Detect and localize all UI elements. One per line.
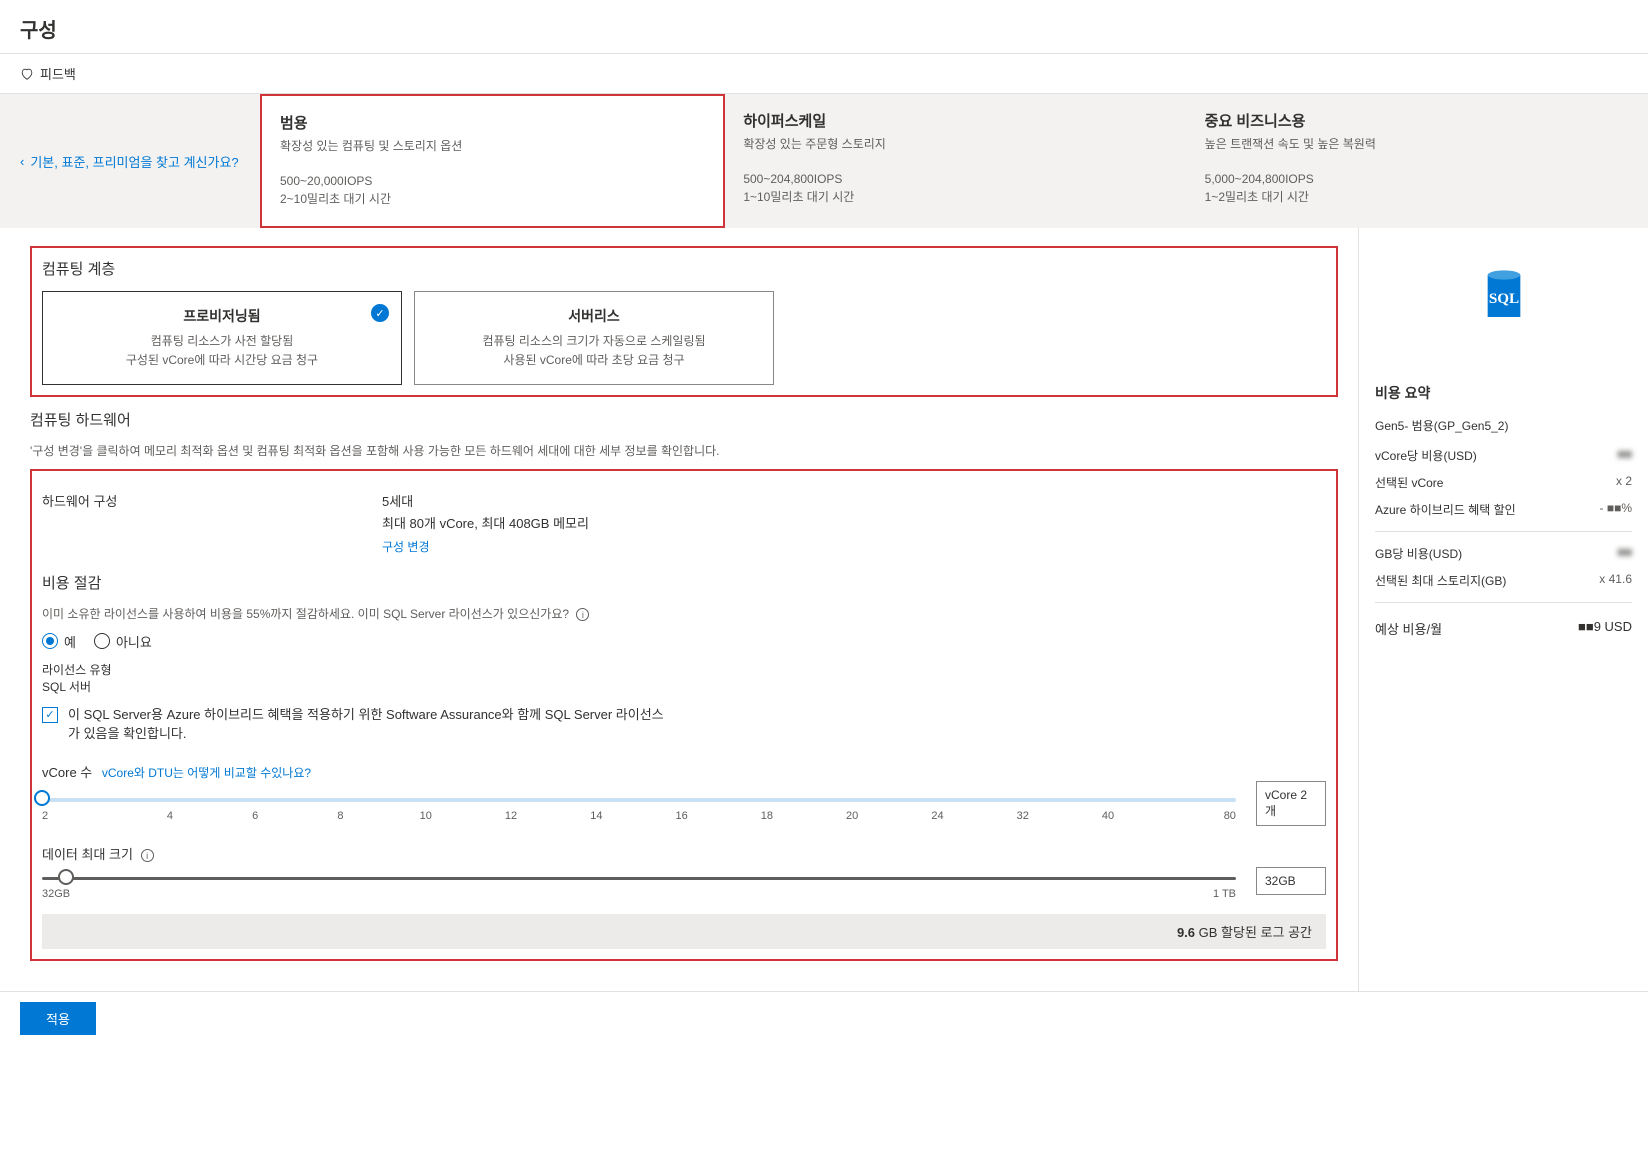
hw-config-label: 하드웨어 구성 (42, 491, 322, 557)
est-cost-label: 예상 비용/월 (1375, 619, 1442, 638)
data-size-value[interactable]: 32GB (1256, 867, 1326, 895)
footer-bar: 적용 (0, 991, 1648, 1045)
tier-tab-business-critical[interactable]: 중요 비즈니스용 높은 트랜잭션 속도 및 높은 복원력 5,000~204,8… (1187, 94, 1648, 228)
compute-tier-section: 컴퓨팅 계층 ✓ 프로비저닝됨 컴퓨팅 리소스가 사전 할당됨 구성된 vCor… (30, 246, 1338, 397)
tier-tab-general-purpose[interactable]: 범용 확장성 있는 컴퓨팅 및 스토리지 옵션 500~20,000IOPS 2… (260, 94, 725, 228)
license-type-value: SQL 서버 (42, 678, 1326, 695)
cost-summary-panel: SQL 비용 요약 Gen5- 범용(GP_Gen5_2) vCore당 비용(… (1358, 228, 1648, 991)
compute-tier-heading: 컴퓨팅 계층 (42, 258, 1326, 279)
heart-icon (20, 67, 34, 81)
compute-card-serverless[interactable]: 서버리스 컴퓨팅 리소스의 크기가 자동으로 스케일링됨 사용된 vCore에 … (414, 291, 774, 385)
est-cost-value: ■■9 USD (1578, 619, 1632, 638)
chevron-left-icon: ‹ (20, 154, 24, 169)
page-title: 구성 (0, 0, 1648, 54)
cost-summary-heading: 비용 요약 (1375, 383, 1632, 403)
license-type-label: 라이선스 유형 (42, 661, 1326, 678)
vcores-slider[interactable] (42, 798, 1236, 802)
tier-tab-hyperscale[interactable]: 하이퍼스케일 확장성 있는 주문형 스토리지 500~204,800IOPS 1… (725, 94, 1186, 228)
compute-hw-desc: '구성 변경'을 클릭하여 메모리 최적화 옵션 및 컴퓨팅 최적화 옵션을 포… (30, 442, 1338, 459)
radio-yes[interactable]: 예 (42, 632, 76, 651)
radio-no[interactable]: 아니요 (94, 632, 152, 651)
apply-button[interactable]: 적용 (20, 1002, 96, 1035)
service-tier-section: ‹ 기본, 표준, 프리미엄을 찾고 계신가요? 범용 확장성 있는 컴퓨팅 및… (0, 94, 1648, 228)
radio-icon (94, 633, 110, 649)
legacy-tier-link[interactable]: ‹ 기본, 표준, 프리미엄을 찾고 계신가요? (0, 94, 260, 228)
feedback-label: 피드백 (40, 64, 76, 83)
vcores-help-link[interactable]: vCore와 DTU는 어떻게 비교할 수있나요? (102, 766, 311, 780)
sql-logo-icon: SQL (1476, 268, 1532, 324)
config-details-section: 하드웨어 구성 5세대 최대 80개 vCore, 최대 408GB 메모리 구… (30, 469, 1338, 960)
hw-spec: 최대 80개 vCore, 최대 408GB 메모리 (382, 513, 589, 535)
compute-hw-heading: 컴퓨팅 하드웨어 (30, 409, 1338, 430)
compute-card-provisioned[interactable]: ✓ 프로비저닝됨 컴퓨팅 리소스가 사전 할당됨 구성된 vCore에 따라 시… (42, 291, 402, 385)
log-space-info: 9.6 GB 할당된 로그 공간 (42, 914, 1326, 949)
check-icon: ✓ (371, 304, 389, 322)
change-config-link[interactable]: 구성 변경 (382, 540, 430, 554)
feedback-link[interactable]: 피드백 (0, 54, 1648, 94)
radio-icon (42, 633, 58, 649)
hybrid-benefit-checkbox[interactable]: ✓ 이 SQL Server용 Azure 하이브리드 혜택을 적용하기 위한 … (42, 705, 1326, 744)
cost-savings-heading: 비용 절감 (42, 572, 1326, 593)
hw-generation: 5세대 (382, 491, 589, 513)
data-size-slider[interactable] (42, 877, 1236, 880)
vcores-label: vCore 수 (42, 765, 92, 780)
info-icon[interactable]: i (141, 849, 154, 862)
data-size-label: 데이터 최대 크기 (42, 847, 133, 862)
svg-text:SQL: SQL (1488, 290, 1518, 307)
cost-savings-desc: 이미 소유한 라이선스를 사용하여 비용을 55%까지 절감하세요. 이미 SQ… (42, 607, 569, 621)
cost-sku: Gen5- 범용(GP_Gen5_2) (1375, 417, 1632, 434)
vcore-ticks: 246810121416182024324080 (42, 810, 1236, 822)
info-icon[interactable]: i (576, 608, 589, 621)
vcores-value: vCore 2개 (1256, 781, 1326, 826)
checkbox-icon: ✓ (42, 707, 58, 723)
